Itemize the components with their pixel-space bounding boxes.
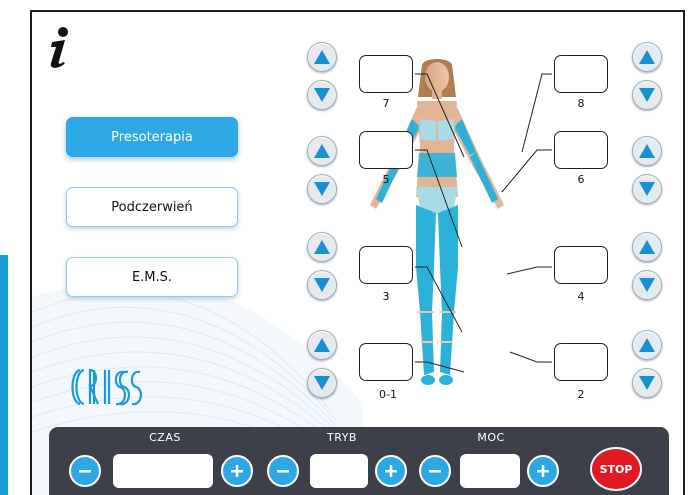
moc-field[interactable] xyxy=(460,454,520,488)
arrow-down-icon xyxy=(639,278,655,292)
arrow-up-icon xyxy=(639,240,655,254)
zone-5-box[interactable] xyxy=(359,131,413,169)
plus-icon xyxy=(537,465,549,477)
zone-7-box[interactable] xyxy=(359,55,413,93)
zone-0-1-down-button[interactable] xyxy=(307,368,337,398)
zone-8-box[interactable] xyxy=(554,55,608,93)
control-bar: CZAS TRYB MOC STOP xyxy=(49,427,669,495)
moc-minus-button[interactable] xyxy=(419,455,451,487)
zone-6-up-button[interactable] xyxy=(632,136,662,166)
tryb-plus-button[interactable] xyxy=(375,455,407,487)
czas-minus-button[interactable] xyxy=(69,455,101,487)
zone-6-label: 6 xyxy=(577,173,585,186)
arrow-down-icon xyxy=(314,278,330,292)
zone-4-label: 4 xyxy=(577,290,585,303)
zone-5-up-button[interactable] xyxy=(307,136,337,166)
left-accent-bar xyxy=(0,255,8,495)
czas-label: CZAS xyxy=(149,431,181,444)
zone-3-up-button[interactable] xyxy=(307,232,337,262)
arrow-up-icon xyxy=(314,338,330,352)
tryb-field[interactable] xyxy=(310,454,368,488)
arrow-down-icon xyxy=(639,88,655,102)
zone-2-box[interactable] xyxy=(554,343,608,381)
zone-4-box[interactable] xyxy=(554,246,608,284)
zone-7-up-button[interactable] xyxy=(307,42,337,72)
zone-4-down-button[interactable] xyxy=(632,270,662,300)
zone-0-1-box[interactable] xyxy=(359,343,413,381)
moc-plus-button[interactable] xyxy=(527,455,559,487)
zone-4-up-button[interactable] xyxy=(632,232,662,262)
plus-icon xyxy=(385,465,397,477)
zone-3-down-button[interactable] xyxy=(307,270,337,300)
arrow-up-icon xyxy=(639,144,655,158)
zone-2-label: 2 xyxy=(577,388,585,401)
zone-2-down-button[interactable] xyxy=(632,368,662,398)
arrow-down-icon xyxy=(314,88,330,102)
device-screen: Presoterapia Podczerwień E.M.S. 7 8 5 6 … xyxy=(30,10,685,495)
minus-icon xyxy=(429,470,441,473)
czas-plus-button[interactable] xyxy=(221,455,253,487)
arrow-down-icon xyxy=(639,376,655,390)
moc-label: MOC xyxy=(477,431,505,444)
czas-field[interactable] xyxy=(113,454,213,488)
zone-8-up-button[interactable] xyxy=(632,42,662,72)
tryb-label: TRYB xyxy=(327,431,357,444)
zone-0-1-label: 0-1 xyxy=(379,388,397,401)
zone-5-label: 5 xyxy=(382,173,390,186)
stop-button[interactable]: STOP xyxy=(590,447,642,491)
tryb-minus-button[interactable] xyxy=(267,455,299,487)
arrow-down-icon xyxy=(314,376,330,390)
zone-0-1-up-button[interactable] xyxy=(307,330,337,360)
minus-icon xyxy=(79,470,91,473)
arrow-down-icon xyxy=(314,182,330,196)
zone-7-label: 7 xyxy=(382,97,390,110)
arrow-up-icon xyxy=(314,240,330,254)
zone-5-down-button[interactable] xyxy=(307,174,337,204)
arrow-up-icon xyxy=(639,50,655,64)
zone-2-up-button[interactable] xyxy=(632,330,662,360)
zone-6-box[interactable] xyxy=(554,131,608,169)
zone-6-down-button[interactable] xyxy=(632,174,662,204)
zone-3-box[interactable] xyxy=(359,246,413,284)
zone-3-label: 3 xyxy=(382,290,390,303)
arrow-up-icon xyxy=(314,50,330,64)
arrow-up-icon xyxy=(314,144,330,158)
zone-8-label: 8 xyxy=(577,97,585,110)
arrow-down-icon xyxy=(639,182,655,196)
zone-7-down-button[interactable] xyxy=(307,80,337,110)
plus-icon xyxy=(231,465,243,477)
arrow-up-icon xyxy=(639,338,655,352)
minus-icon xyxy=(277,470,289,473)
zone-8-down-button[interactable] xyxy=(632,80,662,110)
